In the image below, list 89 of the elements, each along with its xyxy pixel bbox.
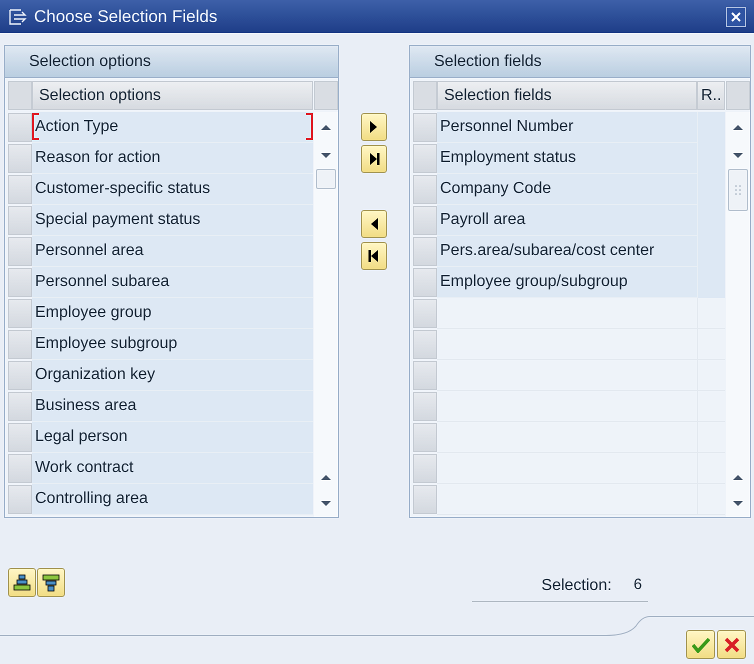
stack-icon [13,574,31,592]
table-cell[interactable] [697,112,725,143]
table-cell[interactable]: Company Code [437,174,697,205]
window-title: Choose Selection Fields [34,6,218,28]
scroll-down-icon[interactable] [320,152,332,158]
scroll-thumb[interactable] [316,169,336,189]
table-cell[interactable]: Organization key [32,360,313,391]
column-header[interactable]: Selection options [32,81,313,110]
scroll-up-icon[interactable] [320,474,332,480]
table-cell[interactable]: Special payment status [32,205,313,236]
row-selector[interactable] [413,268,437,297]
row-selector[interactable] [413,144,437,173]
row-selector[interactable] [413,206,437,235]
table-cell[interactable]: Work contract [32,453,313,484]
scroll-down-icon[interactable] [732,500,744,506]
row-selector[interactable] [8,144,32,173]
row-selector[interactable] [8,485,32,514]
scroll-up-icon[interactable] [320,124,332,131]
table-cell[interactable]: Personnel Number [437,112,697,143]
row-selector[interactable] [413,299,437,328]
panel-title: Selection options [5,46,338,78]
row-selector[interactable] [8,423,32,452]
header-corner-cell[interactable] [8,81,32,110]
window-icon [8,8,28,26]
scroll-up-icon[interactable] [732,124,744,131]
selection-label: Selection: [541,576,612,596]
table-cell[interactable] [697,267,725,298]
move-all-right-button[interactable] [361,145,387,173]
scroll-up-icon[interactable] [732,474,744,480]
sort-ascending-button[interactable] [8,568,36,597]
table-cell[interactable]: Employment status [437,143,697,174]
close-icon [724,636,740,652]
row-selector[interactable] [8,206,32,235]
table-cell[interactable]: Legal person [32,422,313,453]
table-cell[interactable]: Customer-specific status [32,174,313,205]
table-cell[interactable]: Reason for action [32,143,313,174]
close-button[interactable] [726,6,746,26]
header-corner-cell[interactable] [413,81,437,110]
row-selector[interactable] [8,330,32,359]
funnel-icon [42,574,60,592]
row-selector[interactable] [413,237,437,266]
checkmark-icon [692,636,710,652]
row-selector[interactable] [413,175,437,204]
move-all-left-button[interactable] [361,242,387,270]
table-cell[interactable]: Employee group [32,298,313,329]
row-selector[interactable] [8,175,32,204]
header-corner-cell[interactable] [314,81,338,110]
row-selector[interactable] [8,299,32,328]
row-selector[interactable] [8,237,32,266]
row-selector[interactable] [413,485,437,514]
header-corner-cell[interactable] [726,81,750,110]
row-selector[interactable] [413,113,437,142]
table-cell[interactable]: Personnel subarea [32,267,313,298]
row-selector[interactable] [8,454,32,483]
scroll-thumb[interactable] [728,169,748,211]
row-selector[interactable] [413,330,437,359]
move-right-button[interactable] [361,113,387,141]
bar-arrow-left-icon [368,249,380,263]
column-header[interactable]: Selection fields [437,81,697,110]
row-selector[interactable] [413,423,437,452]
table-cell[interactable]: Action Type [32,112,313,143]
scroll-down-icon[interactable] [320,500,332,506]
row-selector[interactable] [413,361,437,390]
selection-count: 6 [634,575,642,595]
panel-title: Selection fields [410,46,750,78]
table-cell[interactable]: Employee group/subgroup [437,267,697,298]
cancel-button[interactable] [717,630,746,659]
row-selector[interactable] [8,392,32,421]
table-cell[interactable]: Business area [32,391,313,422]
scroll-down-icon[interactable] [732,152,744,158]
row-selector[interactable] [8,113,32,142]
grip-icon [735,185,741,195]
table-cell[interactable]: Pers.area/subarea/cost center [437,236,697,267]
confirm-button[interactable] [686,630,715,659]
table-cell[interactable]: Controlling area [32,484,313,515]
close-icon [731,12,741,22]
column-header[interactable]: R.. [697,81,725,110]
row-selector[interactable] [413,392,437,421]
scrollbar[interactable] [726,112,750,517]
row-selector[interactable] [8,361,32,390]
table-cell[interactable]: Employee subgroup [32,329,313,360]
row-selector[interactable] [413,454,437,483]
row-selector[interactable] [8,268,32,297]
arrow-right-bar-icon [368,152,380,166]
filter-button[interactable] [37,568,65,597]
move-left-button[interactable] [361,210,387,238]
scrollbar[interactable] [314,112,338,517]
table-cell[interactable]: Payroll area [437,205,697,236]
table-cell[interactable]: Personnel area [32,236,313,267]
